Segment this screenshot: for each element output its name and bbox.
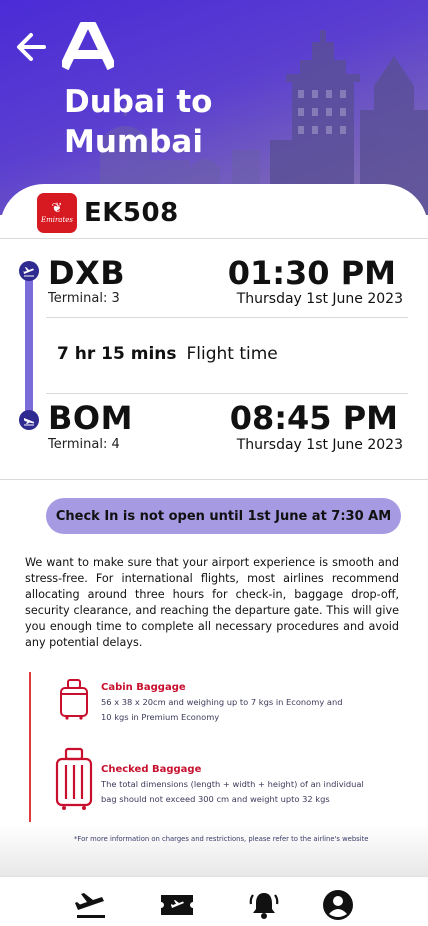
back-button[interactable]: [14, 30, 48, 64]
plane-landing-icon: [19, 410, 39, 430]
nav-profile-button[interactable]: [320, 887, 356, 923]
cabin-baggage-desc: 56 x 38 x 20cm and weighing up to 7 kgs …: [101, 695, 343, 725]
flight-departure-icon: [75, 893, 105, 918]
departure-terminal: Terminal: 3: [48, 291, 120, 306]
cabin-bag-icon: [60, 679, 88, 720]
divider: [46, 317, 408, 318]
duration-value: 7 hr 15 mins: [57, 344, 177, 364]
divider: [0, 479, 428, 480]
plane-takeoff-icon: [19, 261, 39, 281]
nav-notifications-button[interactable]: [246, 887, 282, 923]
arrival-date: Thursday 1st June 2023: [236, 437, 403, 453]
baggage-accent-rule: [29, 672, 31, 822]
divider: [0, 238, 428, 239]
baggage-footnote: *For more information on charges and res…: [74, 835, 369, 843]
nav-tickets-button[interactable]: [159, 887, 195, 923]
header: Dubai to Mumbai: [0, 0, 428, 215]
scroll-fade: [0, 824, 428, 876]
checked-bag-icon: [55, 747, 93, 810]
ticket-icon: [161, 895, 193, 915]
profile-icon: [323, 890, 353, 920]
bottom-nav: [0, 876, 428, 926]
departure-code: DXB: [48, 254, 126, 292]
flight-details-card: ❦ Emirates EK508 DXB Terminal: 3 01:30 P…: [0, 184, 428, 926]
flight-duration: 7 hr 15 mins Flight time: [57, 344, 278, 364]
arrival-terminal: Terminal: 4: [48, 437, 120, 452]
timeline-line: [25, 270, 33, 416]
checkin-status-badge: Check In is not open until 1st June at 7…: [46, 498, 401, 534]
checked-baggage-line2: bag should not exceed 300 cm and weight …: [101, 794, 330, 804]
cabin-baggage-line1: 56 x 38 x 20cm and weighing up to 7 kgs …: [101, 697, 343, 707]
departure-date: Thursday 1st June 2023: [236, 291, 403, 307]
arrival-code: BOM: [48, 399, 133, 437]
airline-row: ❦ Emirates EK508: [37, 193, 179, 233]
arrival-time: 08:45 PM: [229, 399, 398, 437]
app-logo-icon: [62, 22, 114, 70]
checked-baggage-line1: The total dimensions (length + width + h…: [101, 779, 364, 789]
airline-logo-text: Emirates: [40, 215, 74, 224]
nav-flights-button[interactable]: [73, 887, 109, 923]
checked-baggage-title: Checked Baggage: [101, 764, 202, 775]
duration-label: Flight time: [186, 344, 278, 364]
emirates-logo: ❦ Emirates: [37, 193, 77, 233]
arrow-left-icon: [17, 33, 46, 61]
departure-time: 01:30 PM: [227, 254, 396, 292]
route-title: Dubai to Mumbai: [64, 84, 213, 160]
airport-advice-text: We want to make sure that your airport e…: [25, 556, 399, 649]
flight-number: EK508: [84, 198, 179, 228]
divider: [46, 393, 408, 394]
bell-icon: [249, 893, 279, 919]
emblem-icon: ❦: [51, 200, 63, 216]
checked-baggage-desc: The total dimensions (length + width + h…: [101, 777, 364, 807]
cabin-baggage-title: Cabin Baggage: [101, 682, 186, 693]
cabin-baggage-line2: 10 kgs in Premium Economy: [101, 712, 220, 722]
